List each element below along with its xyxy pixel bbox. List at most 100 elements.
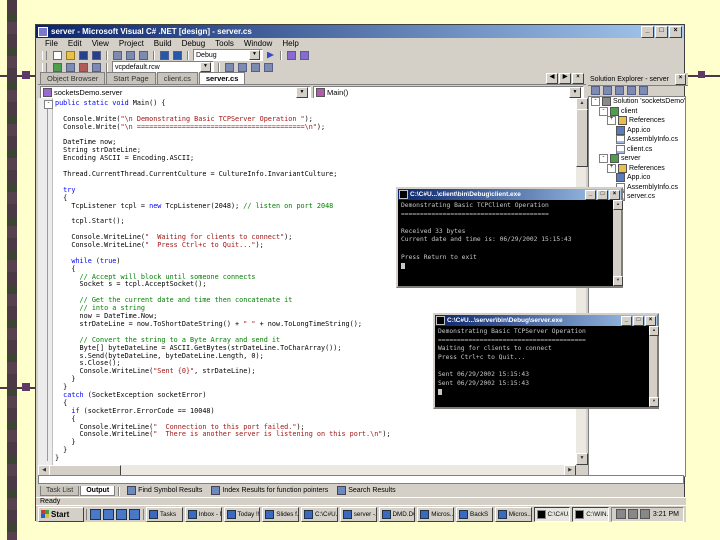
maximize-icon[interactable]: □	[597, 190, 608, 200]
minimize-icon[interactable]: _	[585, 190, 596, 200]
expand-icon[interactable]: +	[607, 116, 616, 125]
view-designer-icon[interactable]	[602, 86, 613, 96]
clock[interactable]: 3:21 PM	[653, 511, 679, 518]
close-icon[interactable]: ×	[609, 190, 620, 200]
taskbar-button-c-win[interactable]: C:\WIN...	[572, 507, 609, 522]
taskbar-button-micros[interactable]: Micros...	[495, 507, 532, 522]
taskbar-button-micros[interactable]: Micros...	[417, 507, 454, 522]
collapse-icon[interactable]: -	[591, 97, 600, 106]
tab-start-page[interactable]: Start Page	[106, 72, 155, 84]
outdent-icon[interactable]	[237, 62, 248, 72]
volume-icon[interactable]	[616, 509, 626, 519]
cut-icon[interactable]	[112, 50, 123, 60]
new-project-icon[interactable]	[52, 50, 63, 60]
chevron-down-icon[interactable]: ▼	[569, 87, 581, 98]
find-symbol-results-button[interactable]: Find Symbol Results	[123, 485, 206, 496]
menu-window[interactable]: Window	[239, 39, 277, 48]
console-window-client[interactable]: C:\C#U...\client\bin\Debug\client.exe _ …	[396, 187, 623, 288]
save-all-icon[interactable]	[91, 50, 102, 60]
outlook-icon[interactable]	[103, 509, 114, 520]
taskbar-button-tasks[interactable]: Tasks	[146, 507, 183, 522]
toolbox-icon[interactable]	[78, 62, 89, 72]
collapse-icon[interactable]: -	[599, 107, 608, 116]
taskbar-button-slides-f[interactable]: Slides f...	[262, 507, 299, 522]
console-window-server[interactable]: C:\C#U...\server\bin\Debug\server.exe _ …	[433, 313, 659, 409]
menu-build[interactable]: Build	[149, 39, 177, 48]
copy-icon[interactable]	[125, 50, 136, 60]
panel-tab-output[interactable]: Output	[80, 486, 115, 496]
tree-item-references[interactable]: +References	[589, 116, 685, 126]
tree-item-server[interactable]: -server	[589, 154, 685, 164]
close-icon[interactable]: ×	[645, 316, 656, 326]
tab-close-icon[interactable]: ×	[572, 73, 584, 84]
taskbar-button-server[interactable]: server -...	[340, 507, 377, 522]
tree-item-client[interactable]: -client	[589, 107, 685, 117]
collapse-region-icon[interactable]: -	[44, 100, 53, 109]
tree-item-app-ico[interactable]: App.ico	[589, 126, 685, 136]
tab-object-browser[interactable]: Object Browser	[40, 72, 105, 84]
tree-item-solution-socketsdemo-2-projects[interactable]: -Solution 'socketsDemo' (2 projects)	[589, 97, 685, 107]
panel-tab-task-list[interactable]: Task List	[40, 486, 79, 496]
tree-item-references[interactable]: +References	[589, 164, 685, 174]
editor-horizontal-scrollbar[interactable]: ◀ ▶	[38, 465, 576, 475]
class-view-icon[interactable]	[91, 62, 102, 72]
refresh-icon[interactable]	[614, 86, 625, 96]
scroll-down-icon[interactable]: ▼	[576, 453, 588, 465]
media-icon[interactable]	[129, 509, 140, 520]
expand-icon[interactable]: +	[607, 164, 616, 173]
output-pane[interactable]	[38, 475, 684, 484]
run-icon[interactable]	[265, 50, 276, 60]
paste-icon[interactable]	[138, 50, 149, 60]
show-all-files-icon[interactable]	[626, 86, 637, 96]
tab-client-cs[interactable]: client.cs	[157, 72, 198, 84]
toolbar-grip[interactable]	[42, 63, 47, 72]
tab-server-cs[interactable]: server.cs	[199, 72, 246, 84]
console-titlebar[interactable]: C:\C#U...\server\bin\Debug\server.exe _ …	[435, 315, 657, 326]
open-file-icon[interactable]	[65, 50, 76, 60]
ie-icon[interactable]	[90, 509, 101, 520]
console-scrollbar[interactable]: ▲ ▼	[649, 326, 657, 407]
scroll-up-icon[interactable]: ▲	[613, 200, 623, 210]
taskbar-button-c-c-u[interactable]: C:\C#U...	[301, 507, 338, 522]
tree-item-client-cs[interactable]: client.cs	[589, 145, 685, 155]
taskbar-button-c-c-u[interactable]: C:\C#U...	[534, 507, 571, 522]
scrollbar-thumb[interactable]	[576, 109, 588, 167]
desktop-icon[interactable]	[116, 509, 127, 520]
tree-item-assemblyinfo-cs[interactable]: AssemblyInfo.cs	[589, 135, 685, 145]
close-icon[interactable]: ×	[675, 74, 686, 85]
undo-icon[interactable]	[159, 50, 170, 60]
search-results-button[interactable]: Search Results	[333, 485, 399, 496]
menu-tools[interactable]: Tools	[210, 39, 239, 48]
tab-scroll-right-icon[interactable]: ▶	[559, 73, 571, 84]
redo-icon[interactable]	[172, 50, 183, 60]
window-titlebar[interactable]: server - Microsoft Visual C# .NET [desig…	[36, 25, 684, 38]
tree-item-app-ico[interactable]: App.ico	[589, 173, 685, 183]
scroll-down-icon[interactable]: ▼	[649, 397, 659, 407]
menu-help[interactable]: Help	[277, 39, 303, 48]
chevron-down-icon[interactable]: ▼	[249, 50, 260, 60]
properties-window-icon[interactable]	[65, 62, 76, 72]
view-code-icon[interactable]	[590, 86, 601, 96]
start-button[interactable]: Start	[38, 507, 84, 522]
menu-edit[interactable]: Edit	[63, 39, 87, 48]
taskbar-button-inbox-m[interactable]: Inbox - M...	[185, 507, 222, 522]
scroll-down-icon[interactable]: ▼	[613, 276, 623, 286]
configuration-combo[interactable]: Debug ▼	[193, 49, 263, 61]
find-icon[interactable]	[286, 50, 297, 60]
comment-icon[interactable]	[250, 62, 261, 72]
solution-explorer-icon[interactable]	[52, 62, 63, 72]
menu-project[interactable]: Project	[114, 39, 149, 48]
antivirus-icon[interactable]	[640, 509, 650, 519]
console-scrollbar[interactable]: ▲ ▼	[613, 200, 621, 286]
toolbar-grip[interactable]	[42, 51, 47, 60]
taskbar-button-dmd-doc[interactable]: DMD.DOC	[379, 507, 416, 522]
menu-file[interactable]: File	[40, 39, 63, 48]
chevron-down-icon[interactable]: ▼	[200, 62, 211, 72]
menu-debug[interactable]: Debug	[177, 39, 211, 48]
minimize-icon[interactable]: _	[621, 316, 632, 326]
close-icon[interactable]: ×	[669, 26, 682, 38]
uncomment-icon[interactable]	[263, 62, 274, 72]
indent-icon[interactable]	[224, 62, 235, 72]
menu-view[interactable]: View	[87, 39, 114, 48]
scroll-up-icon[interactable]: ▲	[649, 326, 659, 336]
